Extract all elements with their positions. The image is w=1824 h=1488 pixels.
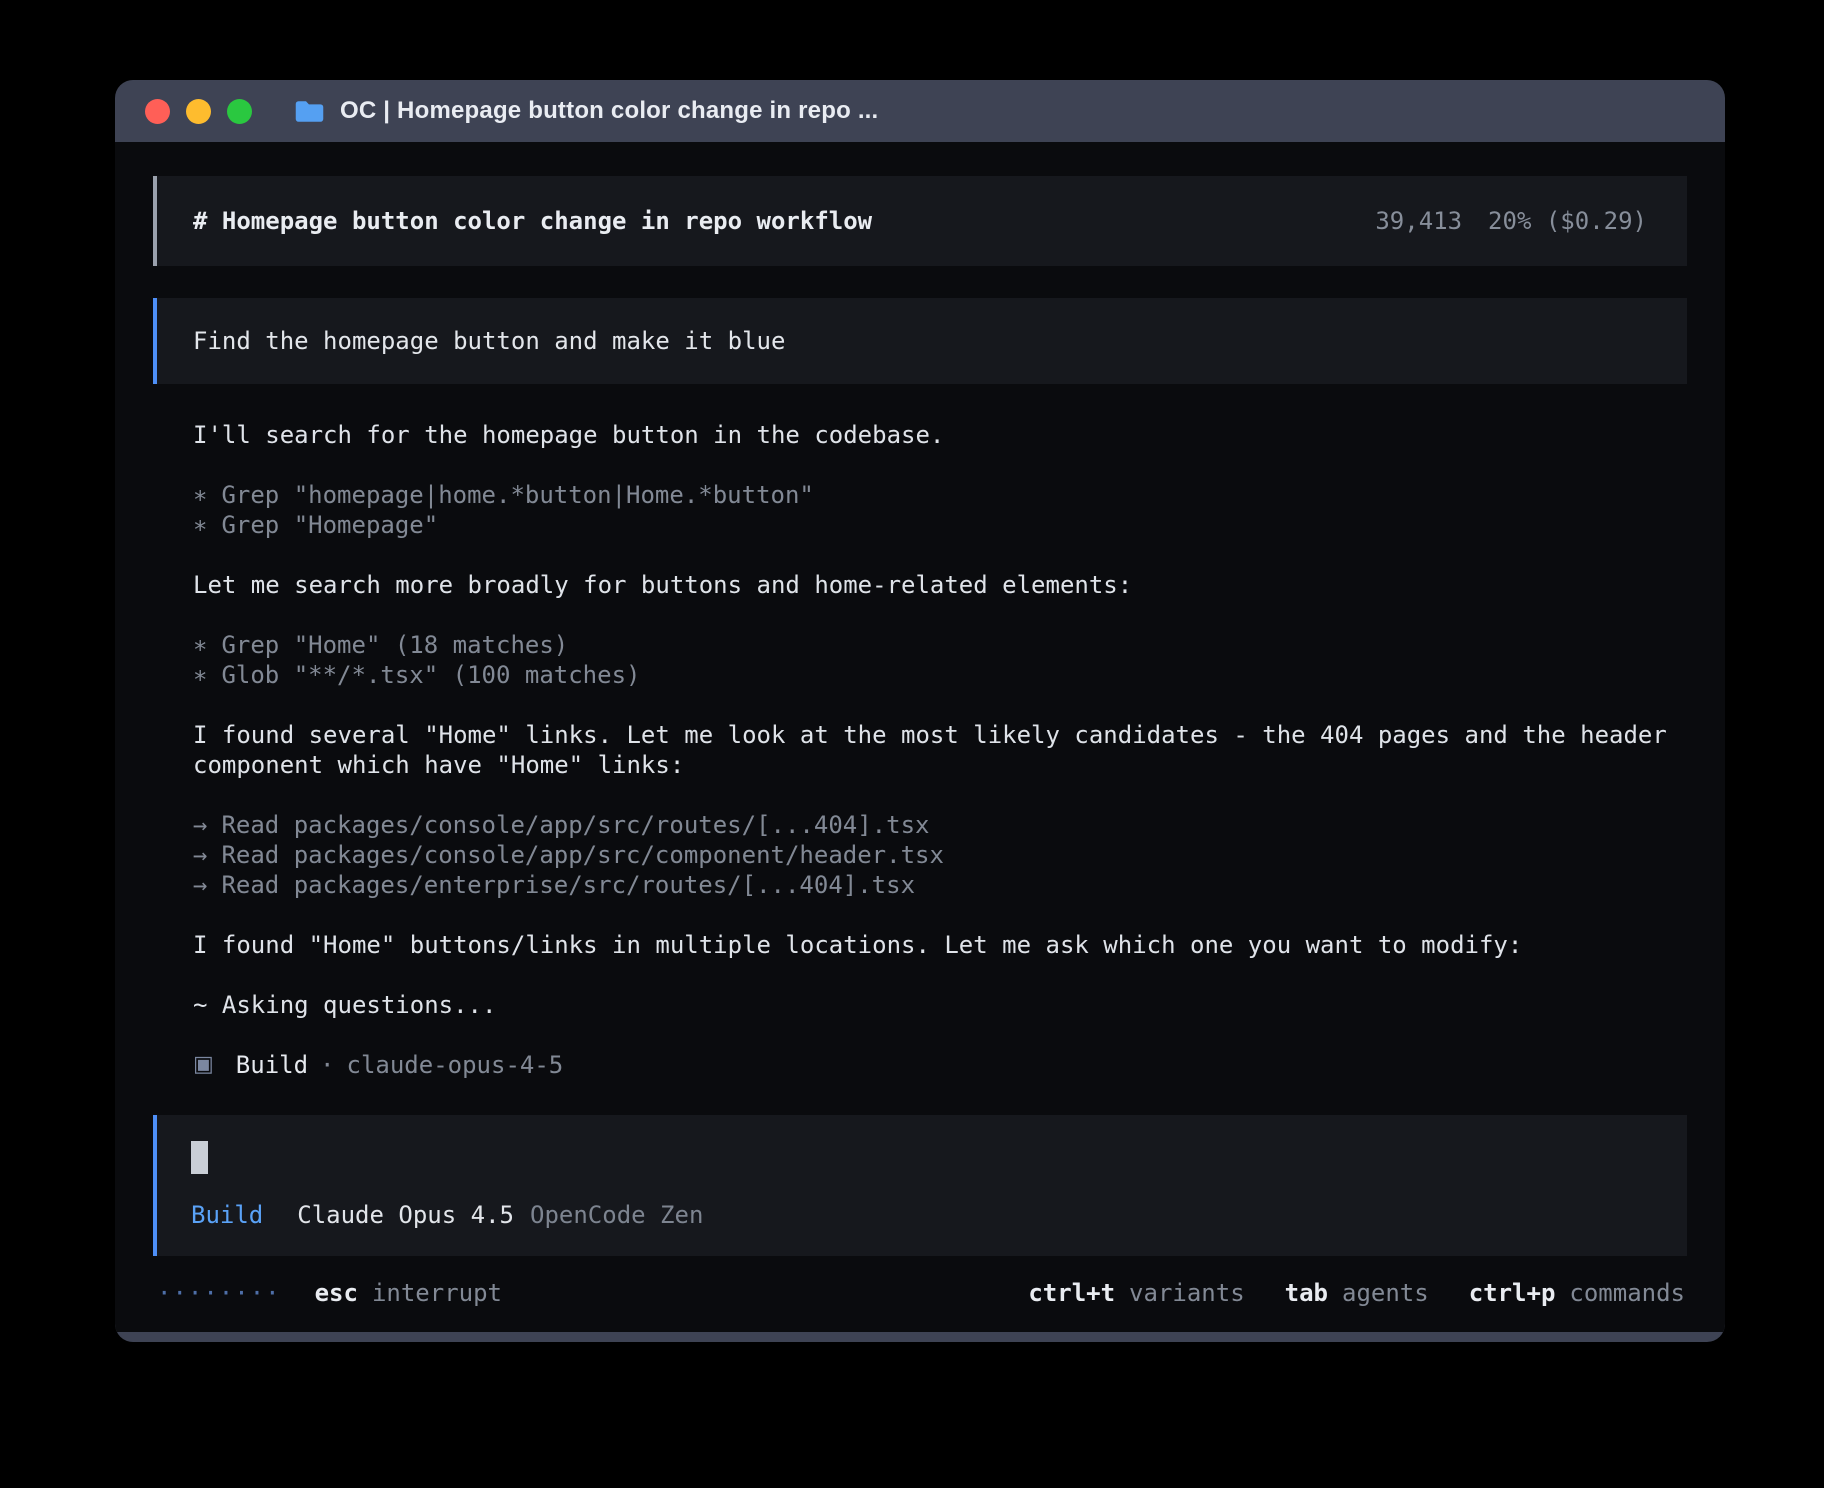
shortcut-key: ctrl+p [1469, 1278, 1556, 1308]
user-message-text: Find the homepage button and make it blu… [193, 327, 785, 355]
tool-call-group: ∗ Grep "Home" (18 matches) ∗ Glob "**/*.… [193, 630, 1687, 690]
model-provider-label: OpenCode Zen [530, 1200, 703, 1230]
spinner-dots-icon: ········ [157, 1278, 281, 1308]
assistant-output: I'll search for the homepage button in t… [193, 420, 1687, 1080]
assistant-paragraph: I'll search for the homepage button in t… [193, 420, 1687, 450]
assistant-paragraph: I found several "Home" links. Let me loo… [193, 720, 1687, 780]
esc-shortcut: esc interrupt [315, 1278, 502, 1308]
read-arrow-icon: → [193, 810, 207, 840]
tool-asterisk-icon: ∗ [193, 660, 207, 690]
model-status-line: Build Claude Opus 4.5 OpenCode Zen [191, 1200, 1647, 1230]
esc-key: esc [315, 1278, 358, 1308]
status-bar: ········ esc interrupt ctrl+t variants t… [153, 1272, 1687, 1316]
user-message: Find the homepage button and make it blu… [153, 298, 1687, 384]
session-stats: 39,413 20% ($0.29) [1375, 206, 1647, 236]
read-call-line: → Read packages/console/app/src/componen… [193, 840, 1687, 870]
text-cursor [191, 1141, 208, 1174]
window-title-group: OC | Homepage button color change in rep… [294, 97, 878, 125]
tool-asterisk-icon: ∗ [193, 630, 207, 660]
agent-mode-label: Build [191, 1200, 263, 1230]
read-call-line: → Read packages/console/app/src/routes/[… [193, 810, 1687, 840]
tool-call-line: ∗ Grep "Homepage" [193, 510, 1687, 540]
build-agent-icon: ▣ [193, 1050, 214, 1080]
tool-call-line: ∗ Grep "Home" (18 matches) [193, 630, 1687, 660]
agent-model: claude-opus-4-5 [347, 1050, 564, 1080]
session-title: # Homepage button color change in repo w… [193, 206, 872, 236]
session-header: # Homepage button color change in repo w… [153, 176, 1687, 266]
read-call-text: Read packages/console/app/src/routes/[..… [221, 810, 929, 840]
tool-call-group: ∗ Grep "homepage|home.*button|Home.*butt… [193, 480, 1687, 540]
read-arrow-icon: → [193, 840, 207, 870]
shortcut-agents: tab agents [1285, 1278, 1429, 1308]
window-title: OC | Homepage button color change in rep… [340, 97, 878, 125]
tool-call-line: ∗ Glob "**/*.tsx" (100 matches) [193, 660, 1687, 690]
read-arrow-icon: → [193, 870, 207, 900]
folder-icon [294, 99, 325, 124]
dot-separator: · [320, 1050, 334, 1080]
terminal-content: # Homepage button color change in repo w… [115, 142, 1725, 1332]
agent-name: Build [236, 1050, 308, 1080]
close-button[interactable] [145, 99, 170, 124]
zoom-button[interactable] [227, 99, 252, 124]
shortcut-hints: ctrl+t variants tab agents ctrl+p comman… [1028, 1278, 1685, 1308]
read-call-text: Read packages/console/app/src/component/… [221, 840, 943, 870]
tool-asterisk-icon: ∗ [193, 480, 207, 510]
assistant-paragraph: I found "Home" buttons/links in multiple… [193, 930, 1687, 960]
shortcut-label: variants [1129, 1278, 1245, 1308]
prompt-input[interactable]: Build Claude Opus 4.5 OpenCode Zen [153, 1115, 1687, 1256]
tool-call-text: Grep "homepage|home.*button|Home.*button… [221, 480, 813, 510]
token-count: 39,413 [1375, 206, 1462, 236]
model-name-label: Claude Opus 4.5 [297, 1200, 514, 1230]
shortcut-key: ctrl+t [1028, 1278, 1115, 1308]
read-call-line: → Read packages/enterprise/src/routes/[.… [193, 870, 1687, 900]
working-status: ~ Asking questions... [193, 990, 1687, 1020]
shortcut-label: agents [1342, 1278, 1429, 1308]
shortcut-key: tab [1285, 1278, 1328, 1308]
agent-status-line: ▣ Build · claude-opus-4-5 [193, 1050, 1687, 1080]
terminal-window: OC | Homepage button color change in rep… [115, 80, 1725, 1342]
traffic-lights [145, 99, 252, 124]
read-call-group: → Read packages/console/app/src/routes/[… [193, 810, 1687, 900]
shortcut-commands: ctrl+p commands [1469, 1278, 1685, 1308]
minimize-button[interactable] [186, 99, 211, 124]
assistant-paragraph: Let me search more broadly for buttons a… [193, 570, 1687, 600]
tool-call-line: ∗ Grep "homepage|home.*button|Home.*butt… [193, 480, 1687, 510]
esc-label: interrupt [372, 1278, 502, 1308]
tool-call-text: Grep "Homepage" [221, 510, 438, 540]
shortcut-label: commands [1569, 1278, 1685, 1308]
context-cost: 20% ($0.29) [1488, 206, 1647, 236]
titlebar: OC | Homepage button color change in rep… [115, 80, 1725, 142]
tool-asterisk-icon: ∗ [193, 510, 207, 540]
shortcut-variants: ctrl+t variants [1028, 1278, 1244, 1308]
tool-call-text: Grep "Home" (18 matches) [221, 630, 568, 660]
read-call-text: Read packages/enterprise/src/routes/[...… [221, 870, 915, 900]
tool-call-text: Glob "**/*.tsx" (100 matches) [221, 660, 640, 690]
